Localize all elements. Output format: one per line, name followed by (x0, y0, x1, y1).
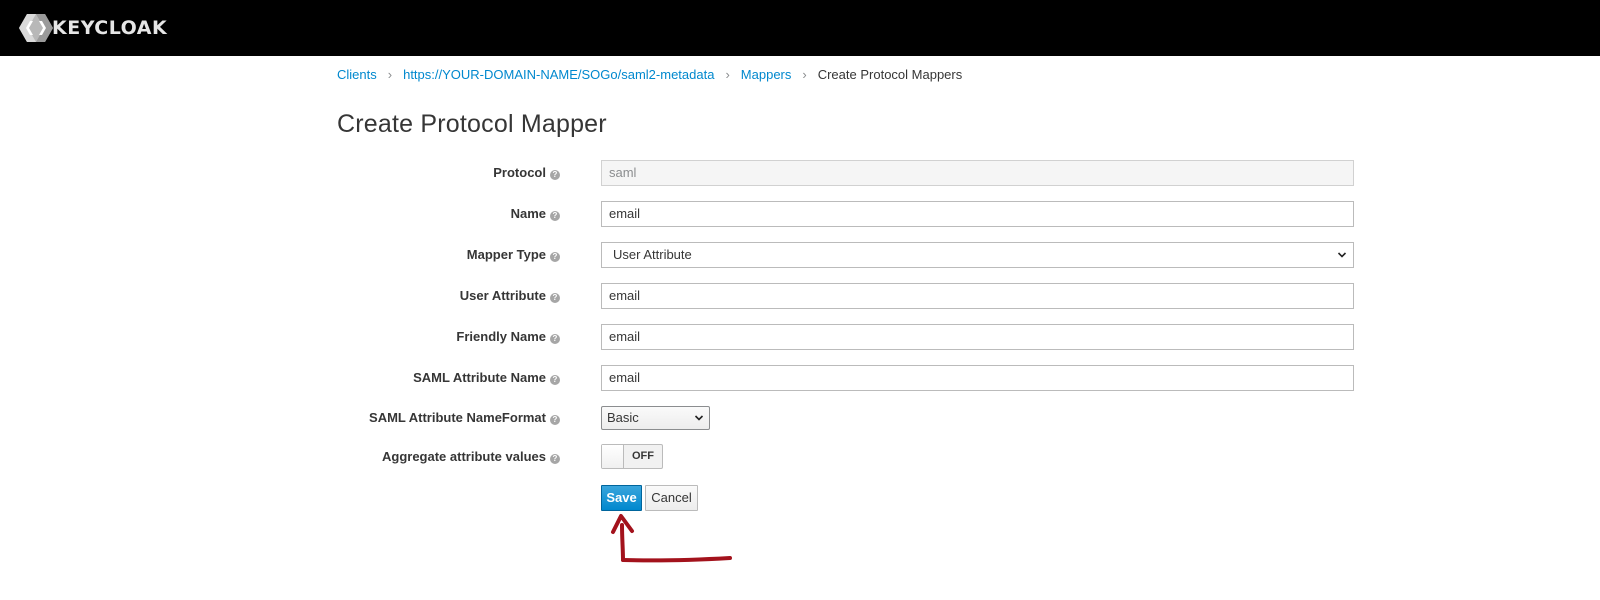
mapper-type-value: User Attribute (613, 247, 692, 262)
friendly-name-label-text: Friendly Name (456, 329, 546, 344)
form-row-saml-attribute-nameformat: SAML Attribute NameFormat? Basic (0, 405, 1600, 431)
form-row-aggregate-attribute-values: Aggregate attribute values? OFF (0, 444, 1600, 470)
user-attribute-input[interactable]: email (601, 283, 1354, 309)
help-icon[interactable]: ? (550, 334, 560, 344)
user-attribute-label-text: User Attribute (459, 288, 546, 303)
help-icon[interactable]: ? (550, 252, 560, 262)
help-icon[interactable]: ? (550, 454, 560, 464)
friendly-name-input[interactable]: email (601, 324, 1354, 350)
name-input[interactable]: email (601, 201, 1354, 227)
save-button[interactable]: Save (601, 485, 642, 511)
toggle-knob[interactable] (602, 445, 624, 468)
form-row-mapper-type: Mapper Type? User Attribute (0, 242, 1600, 268)
top-navbar: KEYCLOAK (0, 0, 1600, 56)
mapper-type-select[interactable]: User Attribute (601, 242, 1354, 268)
form-row-name: Name? email (0, 201, 1600, 227)
name-label-text: Name (510, 206, 546, 221)
keycloak-hexagon-icon (19, 14, 53, 42)
chevron-down-icon (1337, 252, 1347, 258)
form-row-user-attribute: User Attribute? email (0, 283, 1600, 309)
saml-attribute-nameformat-select[interactable]: Basic (601, 406, 710, 430)
saml-attribute-nameformat-label: SAML Attribute NameFormat? (369, 405, 560, 431)
name-label: Name? (511, 201, 560, 227)
aggregate-attribute-values-label-text: Aggregate attribute values (382, 449, 546, 464)
user-attribute-label: User Attribute? (460, 283, 560, 309)
breadcrumb: Clients › https://YOUR-DOMAIN-NAME/SOGo/… (337, 67, 962, 82)
form-row-protocol: Protocol? saml (0, 160, 1600, 186)
red-arrow-icon (611, 514, 732, 563)
breadcrumb-separator: › (387, 67, 393, 82)
cancel-button[interactable]: Cancel (645, 485, 698, 511)
toggle-state-label: OFF (632, 450, 654, 462)
breadcrumb-separator: › (802, 67, 807, 82)
protocol-label-text: Protocol (493, 165, 546, 180)
protocol-field: saml (601, 160, 1354, 186)
saml-attribute-nameformat-value: Basic (607, 410, 639, 425)
protocol-label: Protocol? (493, 160, 560, 186)
saml-attribute-nameformat-label-text: SAML Attribute NameFormat (369, 410, 546, 425)
keycloak-logo[interactable]: KEYCLOAK (18, 12, 167, 44)
friendly-name-label: Friendly Name? (456, 324, 560, 350)
aggregate-attribute-values-label: Aggregate attribute values? (382, 444, 560, 470)
saml-attribute-name-input[interactable]: email (601, 365, 1354, 391)
help-icon[interactable]: ? (550, 293, 560, 303)
breadcrumb-mappers-link[interactable]: Mappers (741, 67, 792, 82)
page-title: Create Protocol Mapper (337, 110, 607, 138)
form-row-saml-attribute-name: SAML Attribute Name? email (0, 365, 1600, 391)
mapper-type-label-text: Mapper Type (466, 247, 546, 262)
breadcrumb-clients-link[interactable]: Clients (337, 67, 377, 82)
saml-attribute-name-label-text: SAML Attribute Name (413, 370, 546, 385)
mapper-type-label: Mapper Type? (467, 242, 560, 268)
saml-attribute-name-label: SAML Attribute Name? (413, 365, 560, 391)
breadcrumb-separator: › (725, 67, 730, 82)
logo-text: KEYCLOAK (52, 17, 168, 39)
form-row-friendly-name: Friendly Name? email (0, 324, 1600, 350)
breadcrumb-client-link[interactable]: https://YOUR-DOMAIN-NAME/SOGo/saml2-meta… (403, 67, 714, 82)
help-icon[interactable]: ? (550, 375, 560, 385)
chevron-down-icon (694, 415, 704, 421)
help-icon[interactable]: ? (550, 170, 560, 180)
aggregate-attribute-values-toggle[interactable]: OFF (601, 444, 663, 469)
help-icon[interactable]: ? (550, 415, 560, 425)
form-actions: Save Cancel (0, 485, 1600, 511)
breadcrumb-current: Create Protocol Mappers (817, 67, 963, 82)
help-icon[interactable]: ? (550, 211, 560, 221)
